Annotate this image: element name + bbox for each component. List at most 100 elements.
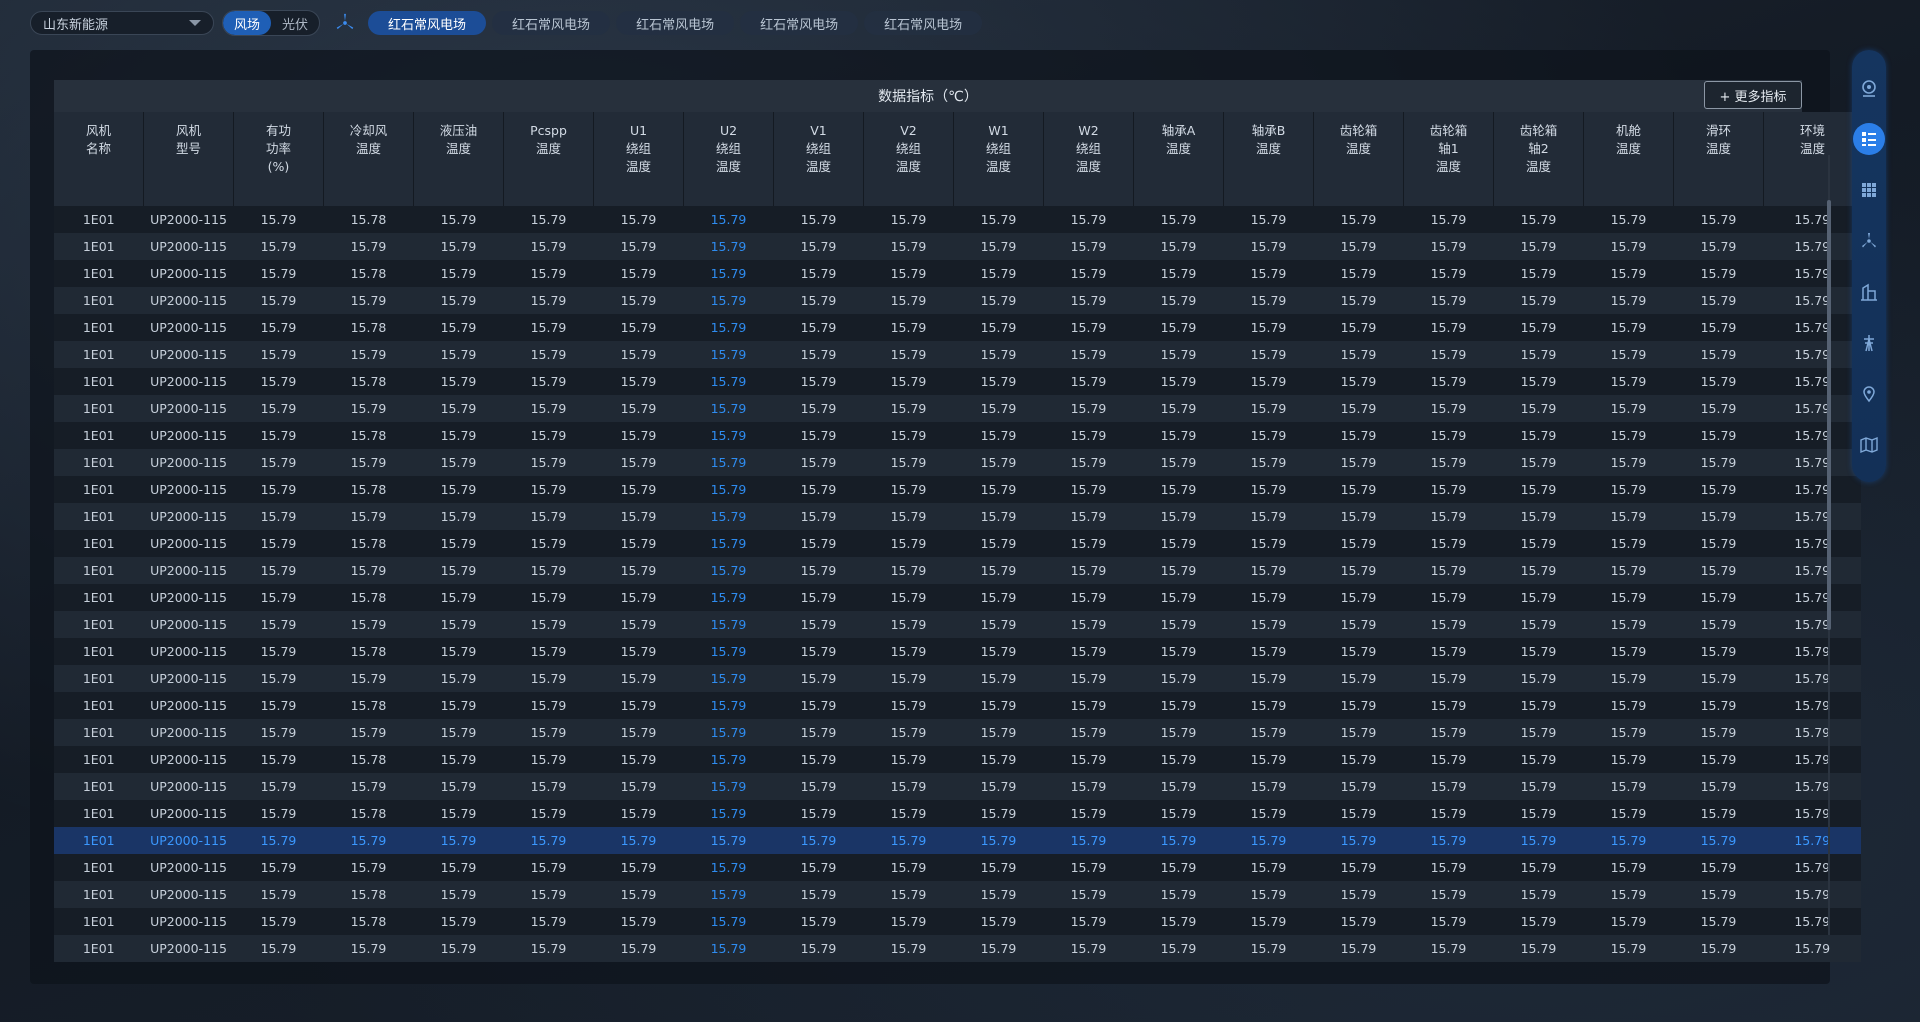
table-row[interactable]: 1E01 UP2000-115 15.79 15.79 15.79 15.79 15.79 1… [54, 341, 1861, 368]
more-metrics-button[interactable]: + 更多指标 [1704, 81, 1802, 109]
table-cell: 15.79 [1313, 314, 1404, 341]
sidebar-button[interactable] [1853, 378, 1885, 410]
table-row[interactable]: 1E01 UP2000-115 15.79 15.78 15.79 15.79 15.79 1… [54, 368, 1861, 395]
table-row[interactable]: 1E01 UP2000-115 15.79 15.78 15.79 15.79 15.79 1… [54, 584, 1861, 611]
table-row[interactable]: 1E01 UP2000-115 15.79 15.79 15.79 15.79 15.79 1… [54, 665, 1861, 692]
table-row[interactable]: 1E01 UP2000-115 15.79 15.79 15.79 15.79 15.79 1… [54, 611, 1861, 638]
table-row-selected[interactable]: 1E01 UP2000-115 15.79 15.79 15.79 15.79 15.79 1… [54, 827, 1861, 854]
table-cell: 15.79 [1493, 557, 1584, 584]
table-cell: 15.79 [1403, 719, 1494, 746]
table-cell: 15.79 [773, 557, 864, 584]
sidebar-button[interactable] [1853, 123, 1885, 155]
table-cell: 15.79 [1313, 611, 1404, 638]
table-cell: 15.79 [1673, 584, 1764, 611]
table-row[interactable]: 1E01 UP2000-115 15.79 15.79 15.79 15.79 15.79 1… [54, 395, 1861, 422]
sidebar-button[interactable] [1853, 225, 1885, 257]
table-cell: 15.79 [773, 665, 864, 692]
column-header[interactable]: 有功 功率 (%) [233, 112, 324, 206]
column-header[interactable]: 齿轮箱 轴2 温度 [1493, 112, 1584, 206]
table-cell: 15.79 [953, 908, 1044, 935]
table-row[interactable]: 1E01 UP2000-115 15.79 15.78 15.79 15.79 15.79 1… [54, 476, 1861, 503]
wind-turbine-icon[interactable] [334, 12, 356, 34]
column-header[interactable]: 环境 温度 [1763, 112, 1861, 206]
sidebar-button[interactable] [1853, 72, 1885, 104]
table-cell: 15.79 [593, 368, 684, 395]
table-cell: 15.79 [1043, 800, 1134, 827]
table-cell: 15.79 [1763, 260, 1861, 287]
table-cell: 15.79 [1043, 503, 1134, 530]
table-cell: 15.79 [773, 584, 864, 611]
table-row[interactable]: 1E01 UP2000-115 15.79 15.79 15.79 15.79 15.79 1… [54, 287, 1861, 314]
column-header[interactable]: V2 绕组 温度 [863, 112, 954, 206]
table-cell: 15.79 [503, 935, 594, 962]
table-row[interactable]: 1E01 UP2000-115 15.79 15.79 15.79 15.79 15.79 1… [54, 503, 1861, 530]
table-row[interactable]: 1E01 UP2000-115 15.79 15.79 15.79 15.79 15.79 1… [54, 719, 1861, 746]
table-row[interactable]: 1E01 UP2000-115 15.79 15.79 15.79 15.79 15.79 1… [54, 449, 1861, 476]
column-header[interactable]: 风机 型号 [143, 112, 234, 206]
table-cell: 15.79 [683, 530, 774, 557]
table-cell: 15.79 [593, 638, 684, 665]
table-row[interactable]: 1E01 UP2000-115 15.79 15.78 15.79 15.79 15.79 1… [54, 692, 1861, 719]
column-header[interactable]: W2 绕组 温度 [1043, 112, 1134, 206]
farm-tab[interactable]: 红石常风电场 [492, 11, 611, 35]
column-header[interactable]: Pcspp 温度 [503, 112, 594, 206]
farm-tab[interactable]: 红石常风电场 [740, 11, 859, 35]
table-row[interactable]: 1E01 UP2000-115 15.79 15.78 15.79 15.79 15.79 1… [54, 908, 1861, 935]
table-cell: 15.79 [1223, 287, 1314, 314]
table-row[interactable]: 1E01 UP2000-115 15.79 15.78 15.79 15.79 15.79 1… [54, 746, 1861, 773]
type-toggle-wind[interactable]: 风场 [223, 11, 272, 35]
table-cell: UP2000-115 [143, 530, 234, 557]
table-row[interactable]: 1E01 UP2000-115 15.79 15.78 15.79 15.79 15.79 1… [54, 530, 1861, 557]
column-header[interactable]: 轴承B 温度 [1223, 112, 1314, 206]
table-row[interactable]: 1E01 UP2000-115 15.79 15.78 15.79 15.79 15.79 1… [54, 881, 1861, 908]
type-toggle-solar[interactable]: 光伏 [271, 11, 319, 35]
table-cell: 15.79 [503, 800, 594, 827]
column-header[interactable]: 滑环 温度 [1673, 112, 1764, 206]
table-cell: 15.79 [1493, 503, 1584, 530]
region-select[interactable]: 山东新能源 [30, 11, 214, 35]
table-row[interactable]: 1E01 UP2000-115 15.79 15.78 15.79 15.79 15.79 1… [54, 800, 1861, 827]
table-cell: 15.79 [233, 287, 324, 314]
column-header[interactable]: 冷却风 温度 [323, 112, 414, 206]
table-cell: 15.79 [1763, 476, 1861, 503]
column-header[interactable]: 液压油 温度 [413, 112, 504, 206]
table-cell: UP2000-115 [143, 827, 234, 854]
column-header[interactable]: 轴承A 温度 [1133, 112, 1224, 206]
table-row[interactable]: 1E01 UP2000-115 15.79 15.78 15.79 15.79 15.79 1… [54, 422, 1861, 449]
column-header[interactable]: U2 绕组 温度 [683, 112, 774, 206]
table-row[interactable]: 1E01 UP2000-115 15.79 15.79 15.79 15.79 15.79 1… [54, 773, 1861, 800]
table-cell: 15.79 [1583, 341, 1674, 368]
column-header[interactable]: V1 绕组 温度 [773, 112, 864, 206]
farm-tab[interactable]: 红石常风电场 [864, 11, 983, 35]
scrollbar-thumb[interactable] [1827, 200, 1831, 630]
table-cell: 15.79 [323, 287, 414, 314]
table-cell: 15.79 [233, 314, 324, 341]
column-header[interactable]: 齿轮箱 轴1 温度 [1403, 112, 1494, 206]
table-row[interactable]: 1E01 UP2000-115 15.79 15.78 15.79 15.79 15.79 1… [54, 314, 1861, 341]
table-row[interactable]: 1E01 UP2000-115 15.79 15.79 15.79 15.79 15.79 1… [54, 557, 1861, 584]
table-cell: 15.79 [503, 476, 594, 503]
column-header[interactable]: 风机 名称 [54, 112, 144, 206]
table-cell: UP2000-115 [143, 665, 234, 692]
table-cell: 15.79 [1493, 665, 1584, 692]
table-row[interactable]: 1E01 UP2000-115 15.79 15.79 15.79 15.79 15.79 1… [54, 935, 1861, 962]
column-header[interactable]: U1 绕组 温度 [593, 112, 684, 206]
table-cell: 15.79 [1583, 368, 1674, 395]
column-header[interactable]: 机舱 温度 [1583, 112, 1674, 206]
table-row[interactable]: 1E01 UP2000-115 15.79 15.78 15.79 15.79 15.79 1… [54, 638, 1861, 665]
farm-tab[interactable]: 红石常风电场 [368, 11, 487, 35]
table-cell: 15.79 [953, 449, 1044, 476]
table-row[interactable]: 1E01 UP2000-115 15.79 15.79 15.79 15.79 15.79 1… [54, 233, 1861, 260]
table-row[interactable]: 1E01 UP2000-115 15.79 15.79 15.79 15.79 15.79 1… [54, 854, 1861, 881]
table-row[interactable]: 1E01 UP2000-115 15.79 15.78 15.79 15.79 15.79 1… [54, 260, 1861, 287]
farm-tab[interactable]: 红石常风电场 [616, 11, 735, 35]
sidebar-button[interactable] [1853, 276, 1885, 308]
sidebar-button[interactable] [1853, 174, 1885, 206]
sidebar-button[interactable] [1853, 429, 1885, 461]
table-cell: 15.79 [1313, 341, 1404, 368]
table-cell: 15.79 [1133, 908, 1224, 935]
column-header[interactable]: W1 绕组 温度 [953, 112, 1044, 206]
sidebar-button[interactable] [1853, 327, 1885, 359]
table-row[interactable]: 1E01 UP2000-115 15.79 15.78 15.79 15.79 15.79 1… [54, 206, 1861, 233]
column-header[interactable]: 齿轮箱 温度 [1313, 112, 1404, 206]
